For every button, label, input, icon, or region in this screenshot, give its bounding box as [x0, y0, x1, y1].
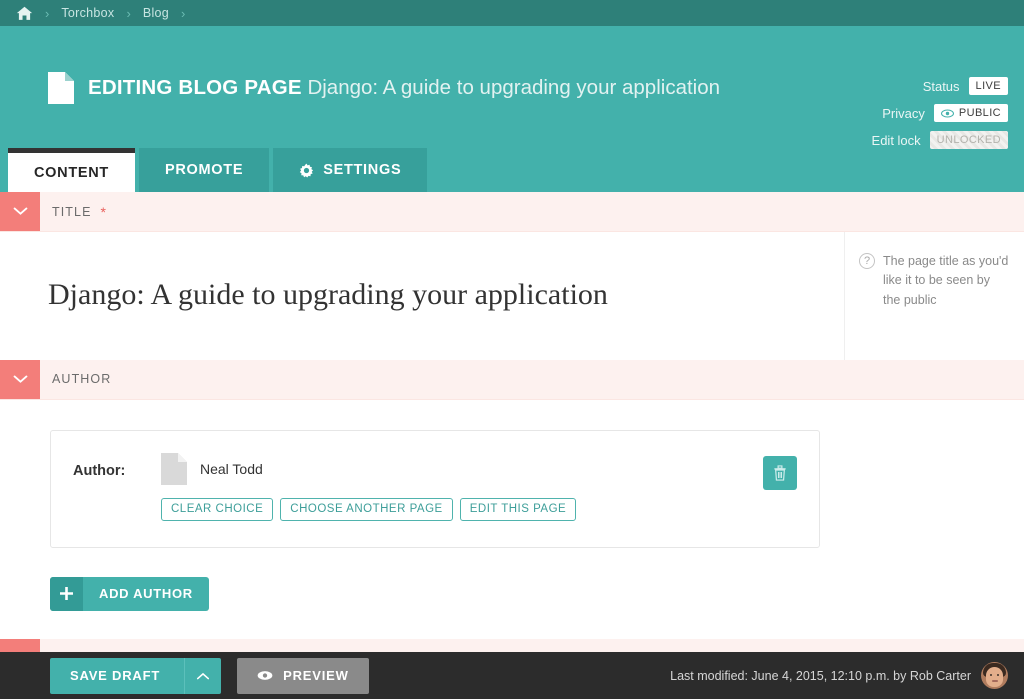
footer-meta-group: Last modified: June 4, 2015, 12:10 p.m. … — [670, 662, 1008, 689]
breadcrumb-separator: › — [45, 7, 49, 20]
avatar-face — [986, 667, 1003, 687]
clear-choice-button[interactable]: CLEAR CHOICE — [161, 498, 273, 521]
page-header: EDITING BLOG PAGE Django: A guide to upg… — [0, 26, 1024, 144]
section-title-text: TITLE — [52, 205, 92, 219]
section-author-label: AUTHOR — [40, 360, 111, 399]
save-draft-split-button: SAVE DRAFT — [50, 658, 221, 694]
section-toggle-author[interactable] — [0, 360, 40, 399]
meta-row-status: Status LIVE — [872, 74, 1008, 98]
breadcrumb: › Torchbox › Blog › — [0, 0, 1024, 26]
eye-icon — [257, 670, 273, 681]
document-icon — [161, 453, 187, 485]
delete-author-button[interactable] — [763, 456, 797, 490]
section-toggle-title[interactable] — [0, 192, 40, 231]
add-author-label: ADD AUTHOR — [83, 577, 209, 611]
gear-icon — [299, 163, 314, 178]
title-field-main — [0, 232, 844, 360]
edit-this-page-button[interactable]: EDIT THIS PAGE — [460, 498, 576, 521]
breadcrumb-separator: › — [181, 7, 185, 20]
page-header-title-group: EDITING BLOG PAGE Django: A guide to upg… — [48, 72, 720, 104]
tab-promote-label: PROMOTE — [165, 162, 243, 178]
document-icon — [48, 72, 74, 104]
meta-label-edit-lock: Edit lock — [872, 133, 921, 148]
chevron-up-icon — [196, 672, 210, 680]
tab-promote[interactable]: PROMOTE — [139, 148, 269, 192]
chevron-down-icon — [13, 207, 28, 216]
section-title-label: TITLE * — [40, 192, 107, 231]
tab-bar: CONTENT PROMOTE SETTINGS — [0, 144, 1024, 192]
privacy-badge[interactable]: PUBLIC — [934, 104, 1008, 123]
page-root: › Torchbox › Blog › EDITING BLOG PAGE Dj… — [0, 0, 1024, 699]
last-modified-text: Last modified: June 4, 2015, 12:10 p.m. … — [670, 669, 971, 683]
status-badge-label: LIVE — [976, 79, 1001, 94]
tab-content-label: CONTENT — [34, 165, 109, 181]
title-help-text: The page title as you'd like it to be se… — [883, 252, 1010, 340]
preview-label: PREVIEW — [283, 668, 349, 683]
author-chosen-name: Neal Todd — [200, 461, 263, 477]
trash-icon — [773, 465, 787, 481]
avatar[interactable] — [981, 662, 1008, 689]
question-mark-icon: ? — [859, 253, 875, 269]
privacy-badge-label: PUBLIC — [959, 106, 1001, 121]
section-header-title: TITLE * — [0, 192, 1024, 232]
breadcrumb-separator: › — [126, 7, 130, 20]
meta-row-edit-lock: Edit lock UNLOCKED — [872, 128, 1008, 152]
section-author-text: AUTHOR — [52, 372, 111, 386]
avatar-eye-left — [990, 674, 992, 676]
tab-content[interactable]: CONTENT — [8, 148, 135, 192]
meta-label-status: Status — [923, 79, 960, 94]
page-title-eyebrow: EDITING BLOG PAGE — [88, 76, 302, 99]
save-draft-more-button[interactable] — [184, 658, 221, 694]
choose-another-page-button[interactable]: CHOOSE ANOTHER PAGE — [280, 498, 452, 521]
edit-lock-badge[interactable]: UNLOCKED — [930, 131, 1008, 150]
title-field-help: ? The page title as you'd like it to be … — [844, 232, 1024, 360]
title-input[interactable] — [48, 276, 804, 314]
home-icon — [16, 5, 33, 22]
author-chosen-row: Neal Todd — [161, 453, 795, 485]
author-action-row: CLEAR CHOICE CHOOSE ANOTHER PAGE EDIT TH… — [161, 498, 795, 521]
add-author-button[interactable]: ADD AUTHOR — [50, 577, 209, 611]
footer-action-bar: SAVE DRAFT PREVIEW Last modified: June 4… — [0, 652, 1024, 699]
plus-icon — [60, 587, 73, 600]
meta-row-privacy: Privacy PUBLIC — [872, 101, 1008, 125]
eye-icon — [941, 109, 954, 118]
section-header-author: AUTHOR — [0, 360, 1024, 400]
author-chooser-panel: Author: Neal Todd CLEAR CHOICE CHOOSE AN… — [50, 430, 820, 548]
avatar-mouth — [992, 680, 998, 682]
author-chooser-main: Neal Todd CLEAR CHOICE CHOOSE ANOTHER PA… — [161, 453, 795, 521]
meta-label-privacy: Privacy — [882, 106, 925, 121]
page-title: EDITING BLOG PAGE Django: A guide to upg… — [88, 77, 720, 100]
breadcrumb-item-torchbox[interactable]: Torchbox — [61, 6, 114, 20]
chevron-down-icon — [13, 375, 28, 384]
page-meta: Status LIVE Privacy PUBLIC Edit lock — [872, 74, 1008, 155]
edit-lock-badge-label: UNLOCKED — [937, 133, 1001, 148]
save-draft-button[interactable]: SAVE DRAFT — [50, 658, 184, 694]
author-field-label: Author: — [73, 453, 161, 479]
breadcrumb-item-blog[interactable]: Blog — [143, 6, 169, 20]
tab-settings[interactable]: SETTINGS — [273, 148, 427, 192]
page-title-name: Django: A guide to upgrading your applic… — [307, 76, 720, 99]
tab-settings-label: SETTINGS — [323, 162, 401, 178]
plus-icon-wrap — [50, 577, 83, 611]
author-body: Author: Neal Todd CLEAR CHOICE CHOOSE AN… — [0, 400, 1024, 611]
status-badge[interactable]: LIVE — [969, 77, 1008, 96]
breadcrumb-home-link[interactable] — [16, 5, 33, 22]
avatar-eye-right — [997, 674, 999, 676]
title-field-row: ? The page title as you'd like it to be … — [0, 232, 1024, 360]
preview-button[interactable]: PREVIEW — [237, 658, 369, 694]
